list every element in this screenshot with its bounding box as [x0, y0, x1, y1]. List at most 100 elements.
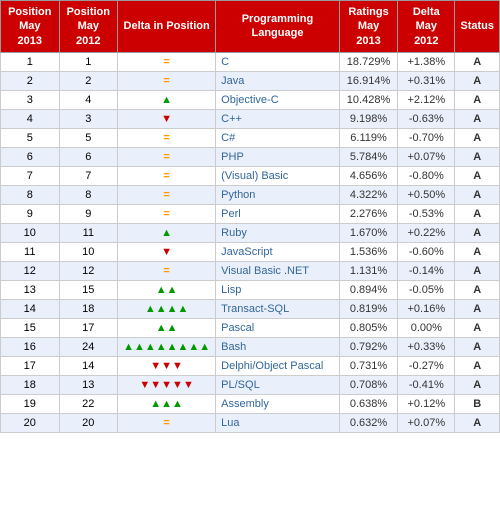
cell-delta: ▲▲▲▲	[118, 299, 216, 318]
cell-status: A	[455, 109, 500, 128]
cell-rating: 10.428%	[339, 90, 398, 109]
cell-delta-rating: +0.50%	[398, 185, 455, 204]
cell-pos2012: 4	[59, 90, 118, 109]
cell-lang: Delphi/Object Pascal	[216, 356, 340, 375]
cell-status: A	[455, 71, 500, 90]
cell-lang: C#	[216, 128, 340, 147]
cell-lang: Assembly	[216, 394, 340, 413]
cell-lang: C	[216, 52, 340, 71]
table-row: 1011▲Ruby1.670%+0.22%A	[1, 223, 500, 242]
cell-pos2013: 2	[1, 71, 60, 90]
cell-delta: ▲▲▲▲▲▲▲▲	[118, 337, 216, 356]
cell-lang: Objective-C	[216, 90, 340, 109]
cell-lang: Lisp	[216, 280, 340, 299]
cell-pos2013: 5	[1, 128, 60, 147]
cell-lang: C++	[216, 109, 340, 128]
cell-status: A	[455, 147, 500, 166]
cell-delta-rating: +0.22%	[398, 223, 455, 242]
cell-delta: =	[118, 185, 216, 204]
cell-pos2013: 10	[1, 223, 60, 242]
cell-delta-rating: -0.05%	[398, 280, 455, 299]
cell-rating: 0.792%	[339, 337, 398, 356]
cell-delta: =	[118, 413, 216, 432]
cell-lang: JavaScript	[216, 242, 340, 261]
table-row: 1315▲▲Lisp0.894%-0.05%A	[1, 280, 500, 299]
table-row: 99=Perl2.276%-0.53%A	[1, 204, 500, 223]
cell-rating: 0.819%	[339, 299, 398, 318]
cell-pos2013: 9	[1, 204, 60, 223]
cell-delta-rating: -0.63%	[398, 109, 455, 128]
cell-pos2013: 16	[1, 337, 60, 356]
cell-pos2012: 20	[59, 413, 118, 432]
cell-delta-rating: -0.70%	[398, 128, 455, 147]
cell-delta: ▼▼▼▼▼	[118, 375, 216, 394]
table-row: 1714▼▼▼Delphi/Object Pascal0.731%-0.27%A	[1, 356, 500, 375]
cell-rating: 16.914%	[339, 71, 398, 90]
table-row: 2020=Lua0.632%+0.07%A	[1, 413, 500, 432]
cell-delta-rating: 0.00%	[398, 318, 455, 337]
table-row: 22=Java16.914%+0.31%A	[1, 71, 500, 90]
cell-pos2012: 2	[59, 71, 118, 90]
cell-lang: Lua	[216, 413, 340, 432]
cell-status: A	[455, 337, 500, 356]
cell-pos2012: 1	[59, 52, 118, 71]
cell-lang: Visual Basic .NET	[216, 261, 340, 280]
cell-rating: 0.894%	[339, 280, 398, 299]
cell-status: A	[455, 166, 500, 185]
cell-rating: 2.276%	[339, 204, 398, 223]
cell-delta: =	[118, 166, 216, 185]
cell-status: A	[455, 413, 500, 432]
cell-rating: 1.131%	[339, 261, 398, 280]
cell-pos2012: 12	[59, 261, 118, 280]
table-row: 55=C#6.119%-0.70%A	[1, 128, 500, 147]
cell-delta-rating: +0.07%	[398, 413, 455, 432]
cell-status: A	[455, 280, 500, 299]
table-row: 1813▼▼▼▼▼PL/SQL0.708%-0.41%A	[1, 375, 500, 394]
table-row: 77=(Visual) Basic4.656%-0.80%A	[1, 166, 500, 185]
cell-rating: 9.198%	[339, 109, 398, 128]
header-lang: Programming Language	[216, 1, 340, 53]
header-status: Status	[455, 1, 500, 53]
header-delta-pos: Delta in Position	[118, 1, 216, 53]
cell-lang: Perl	[216, 204, 340, 223]
cell-delta: =	[118, 52, 216, 71]
header-delta-rating: DeltaMay 2012	[398, 1, 455, 53]
cell-pos2013: 8	[1, 185, 60, 204]
cell-status: A	[455, 356, 500, 375]
cell-pos2013: 14	[1, 299, 60, 318]
cell-rating: 0.805%	[339, 318, 398, 337]
cell-rating: 6.119%	[339, 128, 398, 147]
cell-pos2012: 5	[59, 128, 118, 147]
cell-status: A	[455, 375, 500, 394]
cell-pos2012: 14	[59, 356, 118, 375]
table-row: 1922▲▲▲Assembly0.638%+0.12%B	[1, 394, 500, 413]
cell-pos2013: 20	[1, 413, 60, 432]
cell-delta-rating: +0.12%	[398, 394, 455, 413]
cell-status: B	[455, 394, 500, 413]
cell-lang: PL/SQL	[216, 375, 340, 394]
cell-pos2013: 17	[1, 356, 60, 375]
cell-delta: ▼	[118, 242, 216, 261]
cell-rating: 18.729%	[339, 52, 398, 71]
table-row: 43▼C++9.198%-0.63%A	[1, 109, 500, 128]
cell-pos2013: 13	[1, 280, 60, 299]
cell-delta-rating: -0.41%	[398, 375, 455, 394]
cell-delta-rating: +0.16%	[398, 299, 455, 318]
cell-rating: 0.632%	[339, 413, 398, 432]
header-pos2013: PositionMay 2013	[1, 1, 60, 53]
cell-lang: Java	[216, 71, 340, 90]
cell-pos2013: 1	[1, 52, 60, 71]
table-row: 34▲Objective-C10.428%+2.12%A	[1, 90, 500, 109]
cell-lang: Bash	[216, 337, 340, 356]
cell-rating: 4.656%	[339, 166, 398, 185]
cell-rating: 1.536%	[339, 242, 398, 261]
cell-status: A	[455, 128, 500, 147]
cell-pos2013: 7	[1, 166, 60, 185]
cell-delta-rating: -0.80%	[398, 166, 455, 185]
cell-pos2012: 8	[59, 185, 118, 204]
table-row: 1624▲▲▲▲▲▲▲▲Bash0.792%+0.33%A	[1, 337, 500, 356]
cell-delta: =	[118, 204, 216, 223]
cell-rating: 1.670%	[339, 223, 398, 242]
cell-status: A	[455, 223, 500, 242]
cell-pos2013: 3	[1, 90, 60, 109]
